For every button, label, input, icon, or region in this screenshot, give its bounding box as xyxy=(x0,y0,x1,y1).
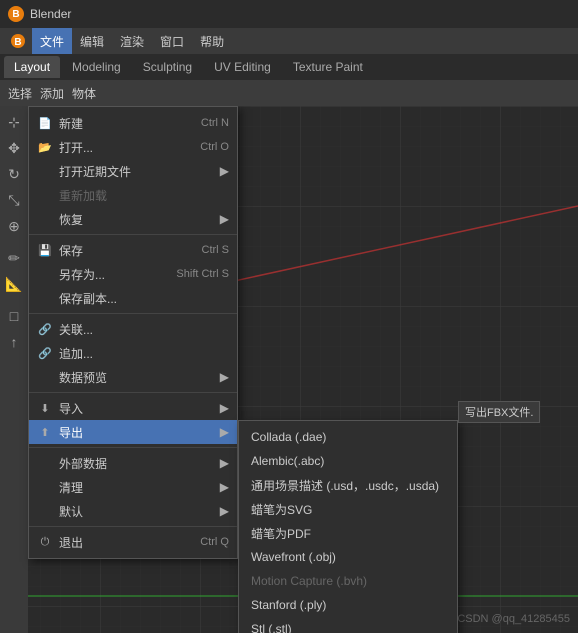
menu-save-as[interactable]: 另存为... Shift Ctrl S xyxy=(29,262,237,286)
save-icon: 💾 xyxy=(37,242,53,258)
menu-bar: B 文件 编辑 渲染 窗口 帮助 xyxy=(0,28,578,54)
reload-icon xyxy=(37,187,53,203)
app-name: Blender xyxy=(30,7,71,21)
toolbar-add-label[interactable]: 添加 xyxy=(40,85,64,102)
recent-arrow: ▶ xyxy=(220,164,229,178)
clean-arrow: ▶ xyxy=(220,480,229,494)
menu-external-data[interactable]: 外部数据 ▶ xyxy=(29,451,237,475)
menu-edit[interactable]: 编辑 xyxy=(72,28,112,54)
export-wavefront1[interactable]: Wavefront (.obj) xyxy=(239,545,457,569)
menu-recover[interactable]: 恢复 ▶ xyxy=(29,207,237,231)
left-toolbar: ⊹ ✥ ↻ ⤡ ⊕ ✏ 📐 □ ↑ xyxy=(0,106,28,633)
menu-open[interactable]: 📂 打开... Ctrl O xyxy=(29,135,237,159)
open-icon: 📂 xyxy=(37,139,53,155)
save-copy-icon xyxy=(37,290,53,306)
menu-new[interactable]: 📄 新建 Ctrl N xyxy=(29,111,237,135)
tool-measure[interactable]: 📐 xyxy=(2,272,26,296)
sep2 xyxy=(29,313,237,314)
blender-icon: B xyxy=(10,33,26,49)
tab-texture-paint[interactable]: Texture Paint xyxy=(283,56,373,78)
blender-logo: B xyxy=(8,6,24,22)
svg-text:B: B xyxy=(14,37,21,48)
title-bar: B Blender xyxy=(0,0,578,28)
export-grease-pdf[interactable]: 蜡笔为PDF xyxy=(239,521,457,545)
menu-import[interactable]: ⬇ 导入 ▶ xyxy=(29,396,237,420)
blender-menu-icon[interactable]: B xyxy=(4,28,32,54)
tool-extrude[interactable]: ↑ xyxy=(2,330,26,354)
export-bvh[interactable]: Motion Capture (.bvh) xyxy=(239,569,457,593)
tab-modeling[interactable]: Modeling xyxy=(62,56,131,78)
menu-recent[interactable]: 打开近期文件 ▶ xyxy=(29,159,237,183)
export-stl[interactable]: Stl (.stl) xyxy=(239,617,457,633)
external-data-arrow: ▶ xyxy=(220,456,229,470)
quit-icon: ⏻ xyxy=(37,534,53,550)
external-data-icon xyxy=(37,455,53,471)
tool-scale[interactable]: ⤡ xyxy=(2,188,26,212)
workspace-tabs: Layout Modeling Sculpting UV Editing Tex… xyxy=(0,54,578,80)
sep4 xyxy=(29,447,237,448)
export-icon: ⬆ xyxy=(37,424,53,440)
export-collada[interactable]: Collada (.dae) xyxy=(239,425,457,449)
menu-save[interactable]: 💾 保存 Ctrl S xyxy=(29,238,237,262)
link-icon: 🔗 xyxy=(37,321,53,337)
data-preview-icon xyxy=(37,369,53,385)
export-arrow: ▶ xyxy=(220,425,229,439)
recover-icon xyxy=(37,211,53,227)
export-ply[interactable]: Stanford (.ply) xyxy=(239,593,457,617)
menu-reload[interactable]: 重新加载 xyxy=(29,183,237,207)
toolbar-select-label: 选择 xyxy=(8,85,32,102)
menu-append[interactable]: 🔗 追加... xyxy=(29,341,237,365)
export-usd[interactable]: 通用场景描述 (.usd，.usdc，.usda) xyxy=(239,473,457,497)
sep5 xyxy=(29,526,237,527)
import-icon: ⬇ xyxy=(37,400,53,416)
default-arrow: ▶ xyxy=(220,504,229,518)
sep3 xyxy=(29,392,237,393)
tab-sculpting[interactable]: Sculpting xyxy=(133,56,202,78)
export-grease-svg[interactable]: 蜡笔为SVG xyxy=(239,497,457,521)
tool-move[interactable]: ✥ xyxy=(2,136,26,160)
menu-clean[interactable]: 清理 ▶ xyxy=(29,475,237,499)
export-submenu: Collada (.dae) Alembic(.abc) 通用场景描述 (.us… xyxy=(238,420,458,633)
tool-cursor[interactable]: ⊹ xyxy=(2,110,26,134)
menu-window[interactable]: 窗口 xyxy=(152,28,192,54)
toolbar-object-label[interactable]: 物体 xyxy=(72,85,96,102)
menu-default[interactable]: 默认 ▶ xyxy=(29,499,237,523)
save-as-icon xyxy=(37,266,53,282)
menu-quit[interactable]: ⏻ 退出 Ctrl Q xyxy=(29,530,237,554)
import-arrow: ▶ xyxy=(220,401,229,415)
menu-render[interactable]: 渲染 xyxy=(112,28,152,54)
tool-transform[interactable]: ⊕ xyxy=(2,214,26,238)
export-alembic[interactable]: Alembic(.abc) xyxy=(239,449,457,473)
tab-layout[interactable]: Layout xyxy=(4,56,60,78)
tool-add-cube[interactable]: □ xyxy=(2,304,26,328)
default-icon xyxy=(37,503,53,519)
new-icon: 📄 xyxy=(37,115,53,131)
menu-save-copy[interactable]: 保存副本... xyxy=(29,286,237,310)
menu-export[interactable]: ⬆ 导出 ▶ xyxy=(29,420,237,444)
menu-link[interactable]: 🔗 关联... xyxy=(29,317,237,341)
recent-icon xyxy=(37,163,53,179)
watermark: CSDN @qq_41285455 xyxy=(457,613,570,625)
tab-uv-editing[interactable]: UV Editing xyxy=(204,56,281,78)
file-menu-dropdown: 📄 新建 Ctrl N 📂 打开... Ctrl O 打开近期文件 ▶ 重新加载 xyxy=(28,106,238,559)
tool-annotate[interactable]: ✏ xyxy=(2,246,26,270)
sep1 xyxy=(29,234,237,235)
toolbar-row: 选择 添加 物体 xyxy=(0,80,578,106)
recover-arrow: ▶ xyxy=(220,212,229,226)
tool-rotate[interactable]: ↻ xyxy=(2,162,26,186)
menu-data-preview[interactable]: 数据预览 ▶ xyxy=(29,365,237,389)
append-icon: 🔗 xyxy=(37,345,53,361)
main-viewport-area: ⊹ ✥ ↻ ⤡ ⊕ ✏ 📐 □ ↑ CSDN @qq_41285455 📄 新建… xyxy=(0,106,578,633)
menu-file[interactable]: 文件 xyxy=(32,28,72,54)
fbx-tooltip: 写出FBX文件. xyxy=(458,401,540,423)
menu-help[interactable]: 帮助 xyxy=(192,28,232,54)
data-preview-arrow: ▶ xyxy=(220,370,229,384)
clean-icon xyxy=(37,479,53,495)
viewport-3d[interactable]: ⊹ ✥ ↻ ⤡ ⊕ ✏ 📐 □ ↑ CSDN @qq_41285455 📄 新建… xyxy=(0,106,578,633)
